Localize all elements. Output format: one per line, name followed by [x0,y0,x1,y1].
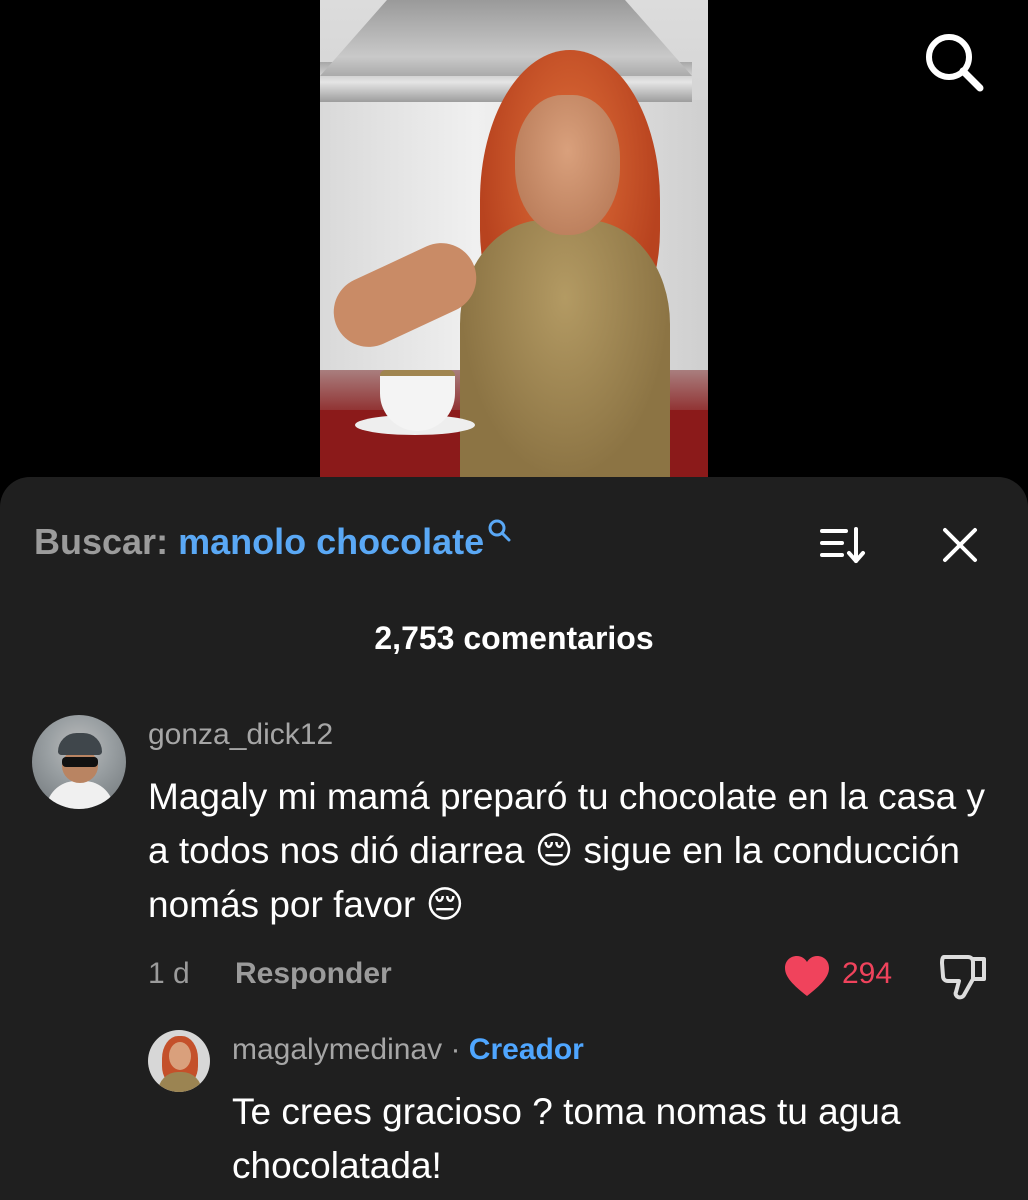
woman-dress [460,220,670,480]
search-label: Buscar: [34,521,169,562]
creator-avatar[interactable] [148,1030,210,1092]
reply-username[interactable]: magalymedinav [232,1033,442,1066]
close-icon[interactable] [940,525,980,565]
comment-search-bar[interactable]: Buscar: manolo chocolate [34,519,512,563]
reply-username-line: magalymedinav · Creador [232,1033,584,1067]
comment-username[interactable]: gonza_dick12 [148,718,333,752]
comment-time: 1 d [148,957,190,990]
creator-badge: Creador [468,1033,584,1066]
comments-sheet: Buscar: manolo chocolate 2,753 comentari… [0,477,1028,1200]
heart-icon[interactable] [783,954,831,998]
search-query[interactable]: manolo chocolate [178,521,484,562]
video-area[interactable] [0,0,1028,500]
avatar-sunglasses [62,757,98,767]
comments-count: 2,753 comentarios [374,620,654,656]
search-icon[interactable] [922,30,986,94]
woman-face [515,95,620,235]
dislike-icon[interactable] [938,951,990,1001]
separator-dot: · [450,1033,461,1066]
small-search-icon [488,519,511,542]
avatar-shirt [46,781,114,809]
sort-icon[interactable] [820,525,868,565]
reply-button[interactable]: Responder [235,957,392,991]
comment-text: Magaly mi mamá preparó tu chocolate en l… [148,776,986,925]
avatar-face [169,1042,191,1070]
avatar-cap [58,733,102,755]
reply-text: Te crees gracioso ? toma nomas tu agua c… [232,1091,901,1186]
video-thumbnail[interactable] [320,0,708,480]
avatar[interactable] [32,715,126,809]
like-count: 294 [842,957,893,990]
